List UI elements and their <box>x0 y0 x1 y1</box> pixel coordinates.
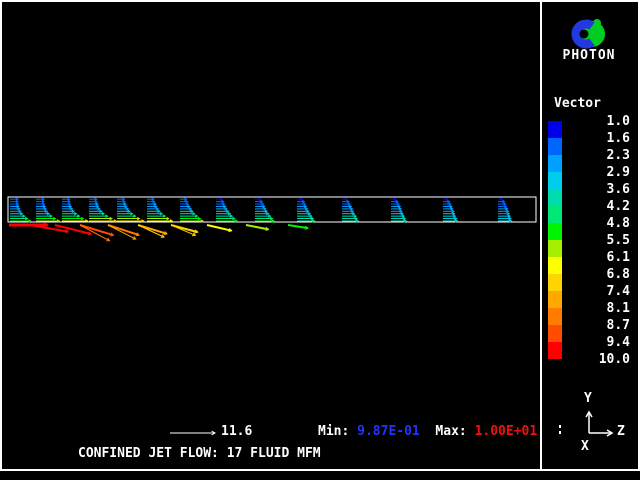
logo-hole <box>580 30 589 39</box>
legend-label-5: 4.2 <box>607 198 630 215</box>
sidebar-divider <box>540 0 542 469</box>
legend-block-8 <box>548 257 562 274</box>
legend-block-13 <box>548 342 562 359</box>
minmax-readout: Min: 9.87E-01 Max: 1.00E+01 <box>318 425 537 439</box>
vector-plot <box>0 0 540 469</box>
legend-block-5 <box>548 206 562 223</box>
legend-label-3: 2.9 <box>607 164 630 181</box>
max-value: 1.00E+01 <box>475 424 538 439</box>
legend-label-4: 3.6 <box>607 181 630 198</box>
legend-block-0 <box>548 121 562 138</box>
axis-triad <box>550 388 638 452</box>
legend-block-11 <box>548 308 562 325</box>
legend-label-6: 4.8 <box>607 215 630 232</box>
legend-block-9 <box>548 274 562 291</box>
legend-title: Vector <box>554 97 601 111</box>
legend-block-7 <box>548 240 562 257</box>
legend-label-10: 7.4 <box>607 283 630 300</box>
legend-block-6 <box>548 223 562 240</box>
max-label: Max: <box>435 424 466 439</box>
legend-label-14: 10.0 <box>599 351 630 368</box>
legend-block-3 <box>548 172 562 189</box>
frame-bottom <box>0 469 640 471</box>
scale-arrow-value: 11.6 <box>221 425 252 439</box>
frame-top <box>0 0 640 2</box>
legend-label-8: 6.1 <box>607 249 630 266</box>
legend-label-13: 9.4 <box>607 334 630 351</box>
legend-block-10 <box>548 291 562 308</box>
legend-label-0: 1.0 <box>607 113 630 130</box>
legend-block-2 <box>548 155 562 172</box>
legend-label-7: 5.5 <box>607 232 630 249</box>
min-label: Min: <box>318 424 349 439</box>
legend-label-2: 2.3 <box>607 147 630 164</box>
legend-color-bar <box>548 121 562 359</box>
legend-label-12: 8.7 <box>607 317 630 334</box>
frame-left <box>0 0 2 471</box>
legend-label-1: 1.6 <box>607 130 630 147</box>
legend-block-12 <box>548 325 562 342</box>
legend-label-11: 8.1 <box>607 300 630 317</box>
legend-block-1 <box>548 138 562 155</box>
min-value: 9.87E-01 <box>357 424 420 439</box>
plot-title: CONFINED JET FLOW: 17 FLUID MFM <box>78 447 321 461</box>
axis-y-label: Y <box>584 392 592 406</box>
legend-block-4 <box>548 189 562 206</box>
axis-z-label: Z <box>617 425 625 439</box>
photon-window: 11.6 Min: 9.87E-01 Max: 1.00E+01 CONFINE… <box>0 0 640 480</box>
logo-label: PHOTON <box>540 49 638 63</box>
axis-x-label: X <box>581 440 589 454</box>
legend-label-9: 6.8 <box>607 266 630 283</box>
